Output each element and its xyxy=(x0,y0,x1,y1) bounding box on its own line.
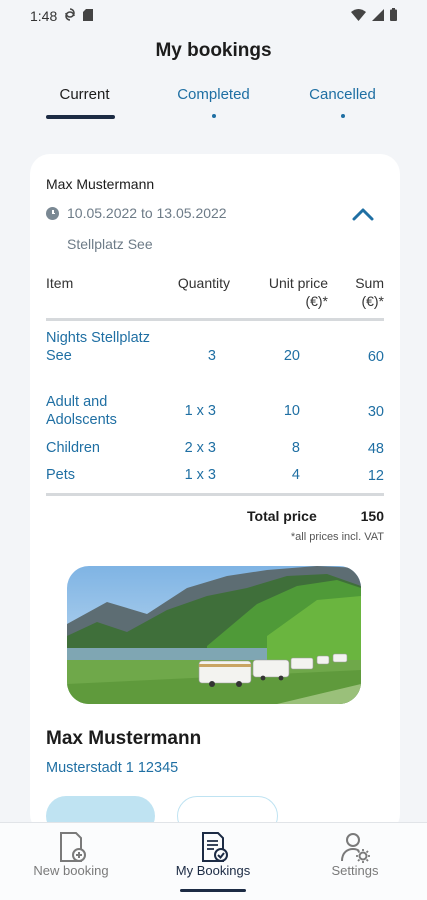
row-quantity: 1 x 3 xyxy=(184,467,216,483)
row-unit-price: 10 xyxy=(283,403,300,419)
guest-name: Max Mustermann xyxy=(46,176,155,192)
nav-label: Settings xyxy=(331,863,379,878)
campsite-photo xyxy=(67,566,361,704)
col-sum: Sum (€)* xyxy=(355,275,384,309)
row-item: Nights Stellplatz See xyxy=(46,330,150,364)
nav-settings[interactable]: Settings xyxy=(284,823,426,900)
wifi-icon xyxy=(351,8,366,24)
row-unit-price: 8 xyxy=(291,440,300,456)
sd-card-icon xyxy=(83,8,94,24)
booking-dates: 10.05.2022 to 13.05.2022 xyxy=(46,205,227,221)
nav-my-bookings[interactable]: My Bookings xyxy=(142,823,284,900)
total-value: 150 xyxy=(360,508,384,524)
status-bar: 1:48 xyxy=(0,0,427,32)
tab-label: Current xyxy=(59,86,110,103)
table-row: Children 2 x 3 8 48 xyxy=(46,439,384,457)
date-range: 10.05.2022 to 13.05.2022 xyxy=(67,205,227,221)
host-name: Max Mustermann xyxy=(46,728,202,749)
nav-label: New booking xyxy=(33,863,109,878)
tab-current[interactable]: Current xyxy=(20,84,149,124)
tab-completed[interactable]: Completed xyxy=(149,84,278,124)
row-item: Adult and Adolscents xyxy=(46,394,117,428)
bottom-navigation: New booking My Bookings Settings xyxy=(0,822,427,900)
row-quantity: 3 xyxy=(207,348,216,364)
vat-note: *all prices incl. VAT xyxy=(290,531,384,543)
page-title: My bookings xyxy=(155,40,272,61)
row-unit-price: 4 xyxy=(291,467,300,483)
chevron-up-icon[interactable] xyxy=(350,204,376,224)
settings-icon xyxy=(341,833,370,863)
total-label: Total price xyxy=(247,508,317,524)
booking-card: Max Mustermann 10.05.2022 to 13.05.2022 … xyxy=(30,154,400,836)
col-item: Item xyxy=(46,275,74,291)
table-divider xyxy=(46,318,384,321)
table-row: Nights Stellplatz See 3 20 60 xyxy=(46,329,384,385)
tab-cancelled[interactable]: Cancelled xyxy=(278,84,407,124)
tab-label: Cancelled xyxy=(309,86,376,103)
table-row: Pets 1 x 3 4 12 xyxy=(46,466,384,484)
col-quantity: Quantity xyxy=(177,275,230,291)
nav-active-indicator xyxy=(180,889,246,892)
tab-dot-indicator xyxy=(340,114,345,118)
nav-label: My Bookings xyxy=(175,863,251,878)
signal-icon xyxy=(372,8,384,24)
tab-dot-indicator xyxy=(211,114,216,118)
tab-label: Completed xyxy=(177,86,250,103)
booking-tabs: Current Completed Cancelled xyxy=(20,84,407,124)
nav-new-booking[interactable]: New booking xyxy=(0,823,142,900)
row-item: Pets xyxy=(46,467,76,483)
row-sum: 12 xyxy=(367,468,384,484)
my-bookings-icon xyxy=(202,832,228,862)
row-unit-price: 20 xyxy=(283,348,300,364)
new-booking-icon xyxy=(60,832,86,862)
table-row: Adult and Adolscents 1 x 3 10 30 xyxy=(46,393,384,431)
status-time: 1:48 xyxy=(30,8,58,24)
col-unit-price: Unit price (€)* xyxy=(268,275,328,309)
table-divider xyxy=(46,493,384,496)
battery-icon xyxy=(390,8,397,24)
clock-icon xyxy=(46,206,59,220)
row-sum: 30 xyxy=(367,404,384,420)
sync-icon xyxy=(65,8,76,24)
row-item: Children xyxy=(46,440,100,456)
row-quantity: 1 x 3 xyxy=(184,403,216,419)
host-address[interactable]: Musterstadt 1 12345 xyxy=(46,760,178,776)
tab-active-indicator xyxy=(46,115,115,119)
row-sum: 48 xyxy=(367,441,384,457)
row-quantity: 2 x 3 xyxy=(184,440,216,456)
row-sum: 60 xyxy=(367,349,384,365)
place-name: Stellplatz See xyxy=(67,236,153,252)
